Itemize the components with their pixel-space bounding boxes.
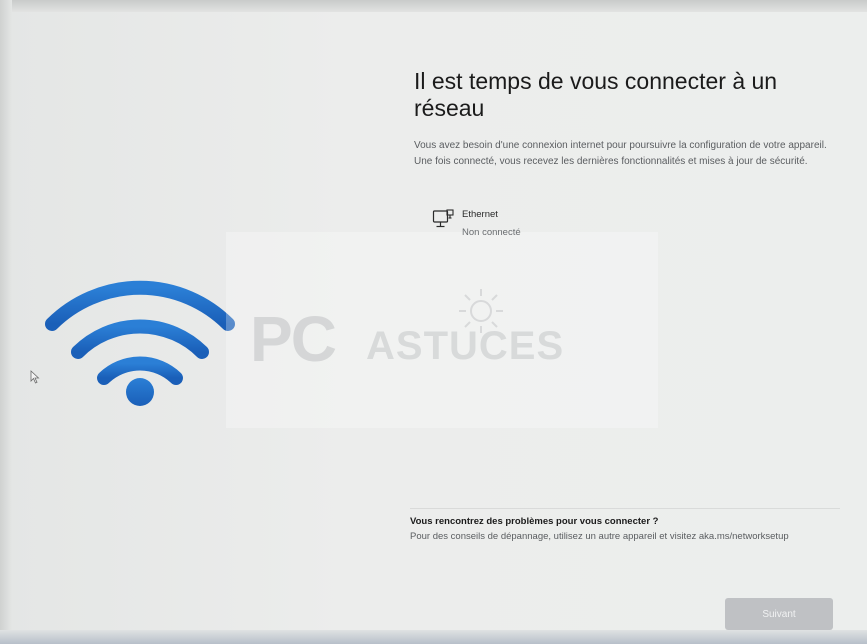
oobe-screen: PC ASTUCES Il est temps de vous connecte… xyxy=(0,0,867,644)
page-title: Il est temps de vous connecter à un rése… xyxy=(414,68,778,121)
next-button[interactable]: Suivant xyxy=(725,598,833,630)
mouse-cursor-icon xyxy=(30,370,40,384)
screen-bezel-left xyxy=(0,0,12,644)
wifi-icon xyxy=(45,280,235,406)
network-status: Non connecté xyxy=(462,227,521,238)
help-title: Vous rencontrez des problèmes pour vous … xyxy=(410,516,659,527)
screen-bezel-top xyxy=(0,0,867,12)
watermark-astuces-text: ASTUCES xyxy=(366,324,565,368)
page-description: Vous avez besoin d'une connexion interne… xyxy=(414,140,827,167)
watermark-pc-text: PC xyxy=(250,303,337,375)
help-text: Pour des conseils de dépannage, utilisez… xyxy=(410,531,789,542)
network-item-ethernet[interactable]: Ethernet Non connecté xyxy=(432,207,632,241)
network-name: Ethernet xyxy=(462,209,498,220)
screen-bezel-bottom xyxy=(0,630,867,644)
ethernet-monitor-icon xyxy=(432,209,454,228)
watermark: PC ASTUCES xyxy=(226,232,658,428)
help-divider xyxy=(410,508,840,509)
